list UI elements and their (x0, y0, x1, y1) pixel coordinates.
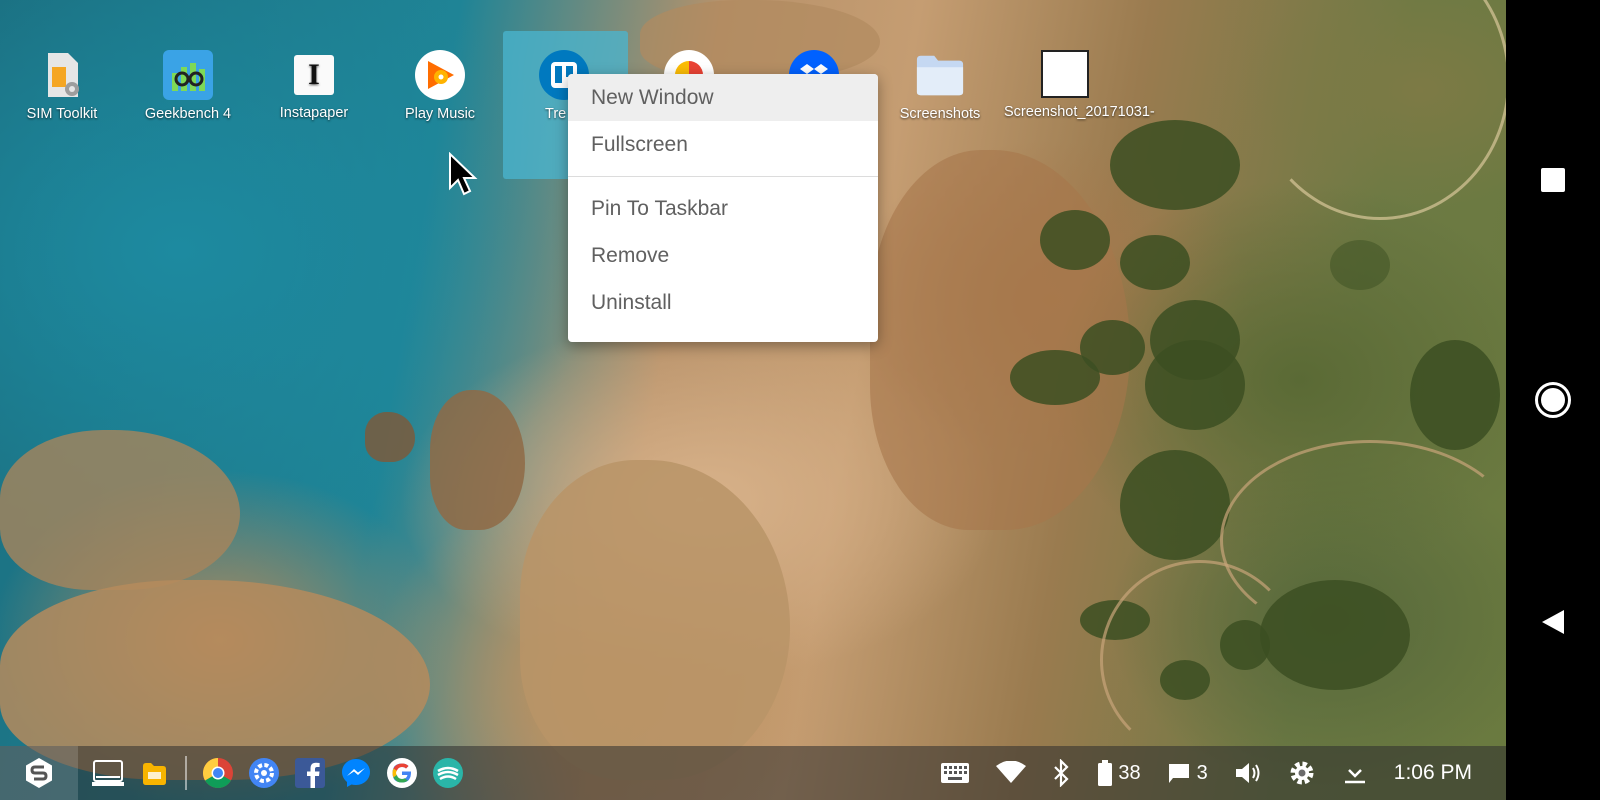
bluetooth-icon (1054, 759, 1069, 787)
google-icon (387, 758, 417, 788)
gear-icon (1290, 761, 1314, 785)
swiftkey-icon (433, 758, 463, 788)
recent-apps-button[interactable] (1506, 150, 1600, 210)
context-menu: New Window Fullscreen Pin To Taskbar Rem… (568, 74, 878, 342)
sim-toolkit-icon (37, 50, 87, 100)
desktop-icon-play-music[interactable]: Play Music (379, 48, 501, 123)
clock[interactable]: 1:06 PM (1394, 761, 1472, 785)
facebook-button[interactable] (292, 755, 328, 791)
battery-status[interactable]: 38 (1098, 760, 1141, 786)
desktop-mode-button[interactable] (90, 755, 126, 791)
files-icon (143, 763, 166, 785)
taskbar: 38 3 1:06 PM (0, 746, 1506, 800)
desktop-icon-screenshot-file[interactable]: Screenshot_20171031- (1004, 48, 1155, 121)
keyboard-icon (941, 763, 970, 783)
home-icon (1535, 382, 1571, 418)
wifi-icon (996, 761, 1027, 783)
messenger-icon (342, 759, 370, 787)
start-menu-icon (26, 758, 52, 788)
desktop-icon-label: Screenshot_20171031- (1004, 104, 1155, 120)
download-button[interactable] (1342, 760, 1368, 786)
back-button[interactable] (1506, 592, 1600, 652)
menu-item-remove[interactable]: Remove (568, 232, 878, 279)
download-icon (1344, 769, 1365, 784)
home-button[interactable] (1506, 370, 1600, 430)
volume-icon (1235, 763, 1260, 783)
menu-divider (568, 176, 878, 177)
battery-level: 38 (1118, 761, 1141, 784)
notifications-button[interactable]: 3 (1167, 762, 1208, 785)
swiftkey-button[interactable] (430, 755, 466, 791)
back-icon (1542, 610, 1564, 634)
menu-item-fullscreen[interactable]: Fullscreen (568, 121, 878, 168)
menu-item-uninstall[interactable]: Uninstall (568, 279, 878, 326)
settings-app-icon (249, 758, 279, 788)
android-navigation-bar (1506, 0, 1600, 800)
desktop-icon-label: Play Music (404, 106, 476, 122)
desktop-icon-instapaper[interactable]: I Instapaper (253, 48, 375, 122)
notification-count: 3 (1196, 761, 1208, 784)
system-tray: 38 3 1:06 PM (927, 746, 1506, 800)
settings-app-button[interactable] (246, 755, 282, 791)
google-button[interactable] (384, 755, 420, 791)
wifi-status[interactable] (996, 761, 1027, 785)
facebook-icon (295, 758, 325, 788)
keyboard-button[interactable] (940, 762, 970, 784)
recent-apps-icon (1541, 168, 1565, 192)
desktop-icon-sim-toolkit[interactable]: SIM Toolkit (1, 48, 123, 123)
battery-icon (1098, 760, 1113, 786)
desktop-icon-geekbench[interactable]: Geekbench 4 (127, 48, 249, 123)
mouse-cursor-icon (449, 152, 478, 196)
desktop-icon-screenshots-folder[interactable]: Screenshots (879, 48, 1001, 123)
menu-item-pin-to-taskbar[interactable]: Pin To Taskbar (568, 185, 878, 232)
bluetooth-status[interactable] (1052, 759, 1072, 787)
menu-item-new-window[interactable]: New Window (568, 74, 878, 121)
volume-button[interactable] (1234, 761, 1262, 785)
chrome-icon (202, 758, 233, 789)
settings-button[interactable] (1288, 759, 1316, 787)
chrome-button[interactable] (200, 755, 236, 791)
instapaper-icon: I (294, 55, 334, 95)
messenger-button[interactable] (338, 755, 374, 791)
files-button[interactable] (136, 755, 172, 791)
taskbar-divider (185, 756, 187, 790)
start-menu-button[interactable] (0, 746, 78, 800)
notification-icon (1168, 764, 1189, 783)
play-music-icon (415, 50, 465, 100)
desktop-icon-label: Instapaper (279, 105, 349, 121)
folder-icon (915, 50, 965, 100)
geekbench-icon (163, 50, 213, 100)
desktop-icon-label: Geekbench 4 (144, 106, 232, 122)
desktop-icon-label: SIM Toolkit (26, 106, 98, 122)
desktop-mode-icon (92, 760, 124, 786)
desktop-icon-label: Screenshots (899, 106, 981, 122)
image-file-icon (1041, 50, 1089, 98)
